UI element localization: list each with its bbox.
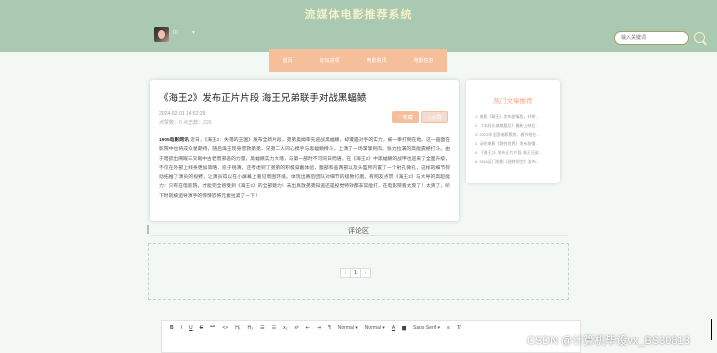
article-card: 《海王2》发布正片片段 海王兄弟联手对战黑蝠鲼 2024-02-01 14:52… bbox=[150, 80, 459, 221]
editor-toolbar: B I U S ❝❞ <> H₁ H₂ ☰ ☷ x₂ x² ⇤ ⇥ ¶ Norm… bbox=[170, 325, 467, 331]
hot-articles-list: 1. 电影《聊天》发布剧情版，并将... 2. 《冰封长城难题后》最新上映后..… bbox=[475, 112, 554, 167]
bullet-list-button[interactable]: ☷ bbox=[272, 325, 276, 331]
indent-button[interactable]: ⇥ bbox=[317, 325, 321, 331]
avatar[interactable] bbox=[154, 27, 169, 42]
bold-button[interactable]: B bbox=[170, 325, 174, 331]
code-button[interactable]: <> bbox=[222, 325, 228, 331]
article-text: 近日，《海王2：失落的王国》发布全新片段，弟弟奥姆率先迎战黑蝠鲼，却遭遇对手的实… bbox=[159, 138, 451, 199]
list-item[interactable]: 2. 《冰封长城难题后》最新上映后... bbox=[475, 121, 554, 130]
username[interactable]: ttt bbox=[173, 30, 178, 36]
strike-button[interactable]: S bbox=[200, 325, 203, 331]
font-select[interactable]: Sans Serif ▾ bbox=[413, 325, 440, 331]
header-select[interactable]: Normal ▾ bbox=[365, 325, 385, 331]
clear-format-button[interactable]: T̸ bbox=[457, 325, 460, 331]
comments-divider bbox=[151, 235, 568, 236]
search-input[interactable] bbox=[614, 31, 689, 45]
nav-item-news[interactable]: 电影资讯 bbox=[366, 57, 386, 64]
background-color-button[interactable]: ▆ bbox=[402, 325, 406, 331]
underline-button[interactable]: U bbox=[189, 325, 193, 331]
collect-button[interactable]: ♡收藏 bbox=[392, 111, 419, 123]
like-button[interactable]: ♁点赞 bbox=[421, 111, 448, 123]
hot-articles-panel: 热门文章推荐 1. 电影《聊天》发布剧情版，并将... 2. 《冰封长城难题后》… bbox=[466, 80, 560, 183]
site-title: 流媒体电影推荐系统 bbox=[304, 9, 413, 21]
outdent-button[interactable]: ⇤ bbox=[306, 325, 310, 331]
list-item[interactable]: 4. 动作电影《野性世界》发布剧情... bbox=[475, 139, 554, 148]
list-item[interactable]: 5. 《海王2》发布正片片段 海王兄弟... bbox=[475, 148, 554, 157]
nav-item-home[interactable]: 首页 bbox=[282, 57, 292, 64]
list-item[interactable]: 6. DNA运门电影《逆转时空》发布... bbox=[475, 157, 554, 166]
heading1-button[interactable]: H₁ bbox=[235, 325, 240, 331]
main-nav: 首页 论坛进项 电影资讯 电影信息 bbox=[269, 49, 447, 72]
superscript-button[interactable]: x² bbox=[295, 325, 299, 331]
subscript-button[interactable]: x₂ bbox=[283, 325, 287, 331]
text-color-button[interactable]: A bbox=[392, 325, 395, 331]
hot-articles-title: 热门文章推荐 bbox=[493, 98, 533, 105]
article-stats: 点赞数：0 点击数：226 bbox=[159, 120, 212, 126]
ordered-list-button[interactable]: ☰ bbox=[260, 325, 264, 331]
heading2-button[interactable]: H₂ bbox=[248, 325, 254, 331]
align-button[interactable]: ≡ bbox=[447, 325, 450, 331]
text-cursor bbox=[711, 319, 712, 340]
top-bar: 流媒体电影推荐系统 ttt ▾ bbox=[0, 0, 717, 52]
nav-item-movies[interactable]: 电影信息 bbox=[413, 57, 433, 64]
search-icon[interactable] bbox=[694, 32, 705, 43]
next-page-button[interactable]: › bbox=[360, 268, 371, 278]
list-item[interactable]: 3. 2023年全国电影票房，春节档在... bbox=[475, 130, 554, 139]
nav-item-forum[interactable]: 论坛进项 bbox=[319, 57, 339, 64]
chevron-down-icon[interactable]: ▾ bbox=[192, 29, 195, 36]
article-source: 1905电影网讯 bbox=[159, 138, 189, 143]
size-select[interactable]: Normal ▾ bbox=[338, 325, 358, 331]
article-body: 1905电影网讯 近日，《海王2：失落的王国》发布全新片段，弟弟奥姆率先迎战黑蝠… bbox=[159, 136, 450, 201]
pagination: ‹ 1 › bbox=[340, 268, 371, 278]
article-date: 2024-02-01 14:52:29 bbox=[159, 111, 206, 117]
article-title: 《海王2》发布正片片段 海王兄弟联手对战黑蝠鲼 bbox=[159, 93, 367, 104]
direction-button[interactable]: ¶ bbox=[328, 325, 331, 331]
list-item[interactable]: 1. 电影《聊天》发布剧情版，并将... bbox=[475, 112, 554, 121]
csdn-watermark: CSDN @计算机毕设vx_BS30813 bbox=[527, 335, 690, 347]
quote-button[interactable]: ❝❞ bbox=[210, 325, 215, 331]
italic-button[interactable]: I bbox=[181, 325, 182, 331]
